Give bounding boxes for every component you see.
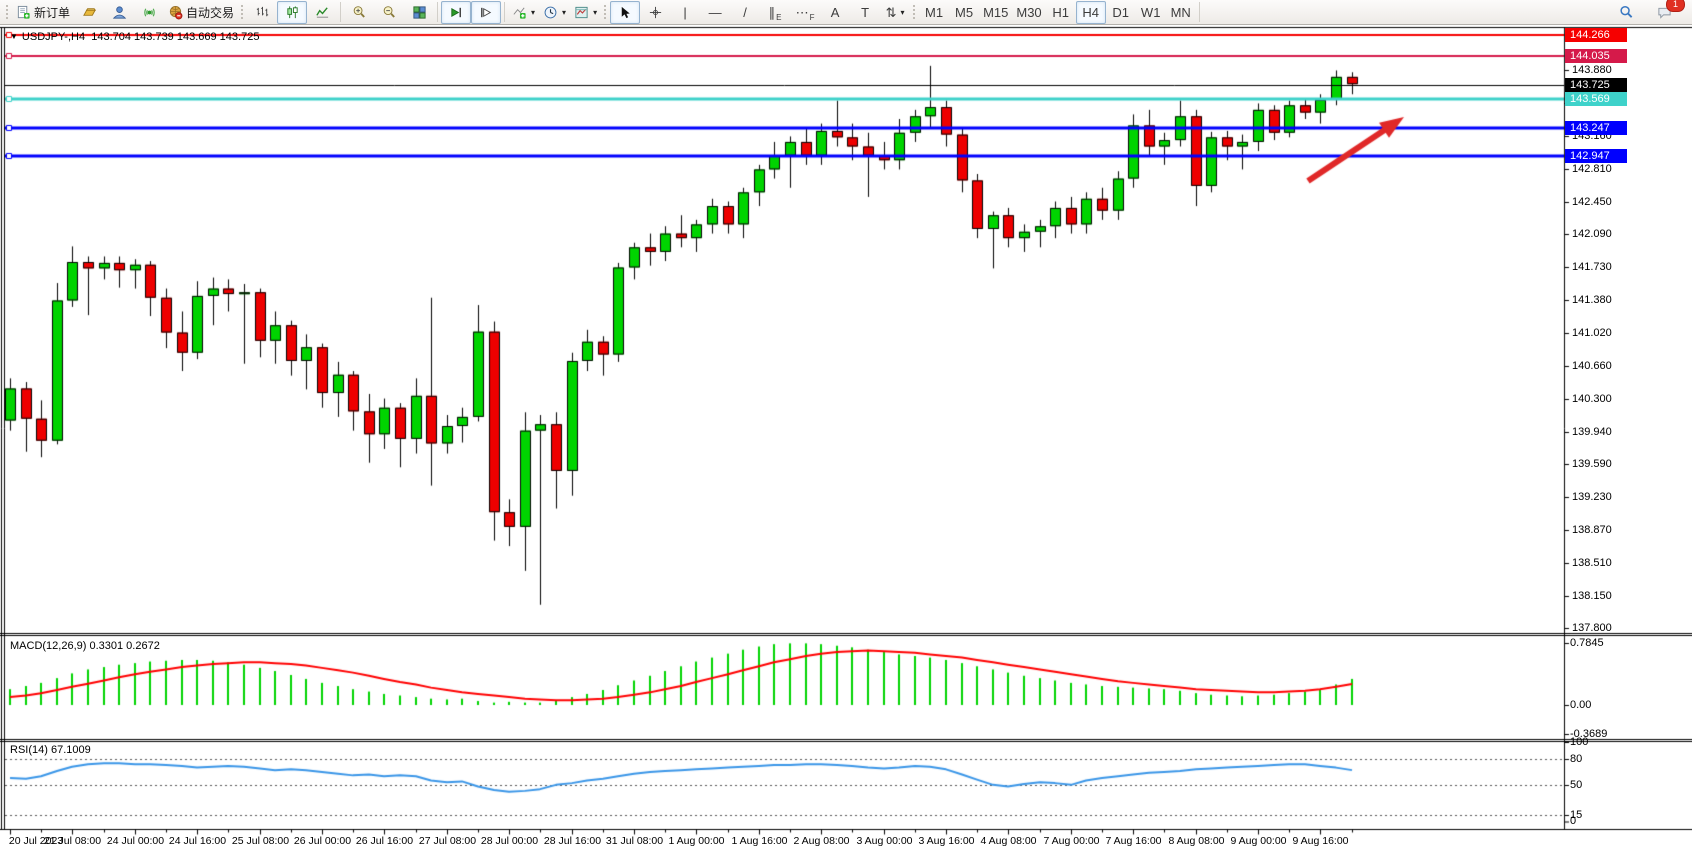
timeframe-h4-button-glyph: H4 [1082,6,1099,19]
text-button[interactable]: A [820,1,850,24]
candlestick-icon [285,5,300,20]
channel-button-letter: E [776,13,781,22]
tile-windows-button[interactable] [404,1,434,24]
toolbar-separator [340,2,341,22]
signals-button[interactable] [134,1,164,24]
fibonacci-button-glyph: ⋯ [796,6,809,19]
new-order-button-label: 新订单 [34,4,70,21]
zoom-out-icon [382,5,397,20]
horizontal-line-button[interactable]: — [700,1,730,24]
timeframe-mn-button-glyph: MN [1171,6,1191,19]
text-label-button-glyph: T [861,6,869,19]
toolbar-grip [603,4,608,20]
timeframe-m1-button[interactable]: M1 [919,1,949,24]
timeframe-m15-button[interactable]: M15 [979,1,1012,24]
dropdown-caret-icon: ▾ [593,8,597,17]
timeframe-m5-button-glyph: M5 [955,6,973,19]
auto-scroll-button[interactable] [441,1,471,24]
search-button[interactable] [1611,1,1641,24]
zoom-in-icon [352,5,367,20]
fibonacci-button-letter: F [810,13,815,22]
vertical-line-button-glyph: | [683,6,686,19]
chart-shift-button[interactable] [471,1,501,24]
trendline-button[interactable]: / [730,1,760,24]
candlestick-chart-button[interactable] [277,1,307,24]
toolbar-separator [1199,2,1200,22]
search-icon [1619,5,1634,20]
new-order-button[interactable]: 新订单 [12,1,74,24]
arrows-button[interactable]: ⇅▾ [880,1,910,24]
arrows-button-glyph: ⇅ [886,6,897,19]
bar-chart-icon [255,5,270,20]
cursor-icon [618,5,633,20]
toolbar-grip [5,4,10,20]
gold-bar-icon [82,5,97,20]
tile-windows-icon [412,5,427,20]
timeframe-m1-button-glyph: M1 [925,6,943,19]
clock-icon [543,5,558,20]
signal-icon [142,5,157,20]
indicators-button[interactable]: ▾ [508,1,539,24]
templates-button[interactable]: ▾ [570,1,601,24]
zoom-out-button[interactable] [374,1,404,24]
dropdown-caret-icon: ▾ [901,8,905,17]
timeframe-h1-button[interactable]: H1 [1046,1,1076,24]
timeframe-h4-button[interactable]: H4 [1076,1,1106,24]
chart-canvas[interactable] [0,0,1692,852]
market-button[interactable] [74,1,104,24]
dropdown-caret-icon: ▾ [562,8,566,17]
auto-trading-button-label: 自动交易 [186,4,234,21]
community-button[interactable] [104,1,134,24]
timeframe-w1-button-glyph: W1 [1141,6,1161,19]
channel-button-glyph: ∥ [769,6,776,19]
zoom-in-button[interactable] [344,1,374,24]
auto-scroll-icon [449,5,464,20]
timeframe-m5-button[interactable]: M5 [949,1,979,24]
toolbar-separator [504,2,505,22]
notifications-button[interactable]: 1 [1649,1,1679,24]
person-icon [112,5,127,20]
toolbar-grip [240,4,245,20]
text-label-button[interactable]: T [850,1,880,24]
indicators-icon [512,5,527,20]
crosshair-button[interactable] [640,1,670,24]
timeframe-d1-button[interactable]: D1 [1106,1,1136,24]
cursor-button[interactable] [610,1,640,24]
trendline-button-glyph: / [743,6,747,19]
channel-button[interactable]: ∥E [760,1,790,24]
horizontal-line-button-glyph: — [709,6,722,19]
toolbar: 新订单自动交易▾▾▾|—/∥E⋯FAT⇅▾M1M5M15M30H1H4D1W1M… [0,0,1692,25]
periods-button[interactable]: ▾ [539,1,570,24]
templates-icon [574,5,589,20]
vertical-line-button[interactable]: | [670,1,700,24]
text-button-glyph: A [831,6,840,19]
globe-icon [168,5,183,20]
bar-chart-button[interactable] [247,1,277,24]
timeframe-h1-button-glyph: H1 [1052,6,1069,19]
toolbar-separator [437,2,438,22]
timeframe-w1-button[interactable]: W1 [1136,1,1166,24]
dropdown-caret-icon: ▾ [531,8,535,17]
timeframe-m30-button-glyph: M30 [1016,6,1041,19]
crosshair-icon [648,5,663,20]
timeframe-mn-button[interactable]: MN [1166,1,1196,24]
line-chart-button[interactable] [307,1,337,24]
timeframe-m15-button-glyph: M15 [983,6,1008,19]
new-order-icon [16,5,31,20]
line-chart-icon [315,5,330,20]
toolbar-grip [912,4,917,20]
notification-badge: 1 [1666,0,1685,12]
fibonacci-button[interactable]: ⋯F [790,1,820,24]
auto-trading-button[interactable]: 自动交易 [164,1,238,24]
timeframe-m30-button[interactable]: M30 [1012,1,1045,24]
chart-shift-icon [479,5,494,20]
timeframe-d1-button-glyph: D1 [1112,6,1129,19]
